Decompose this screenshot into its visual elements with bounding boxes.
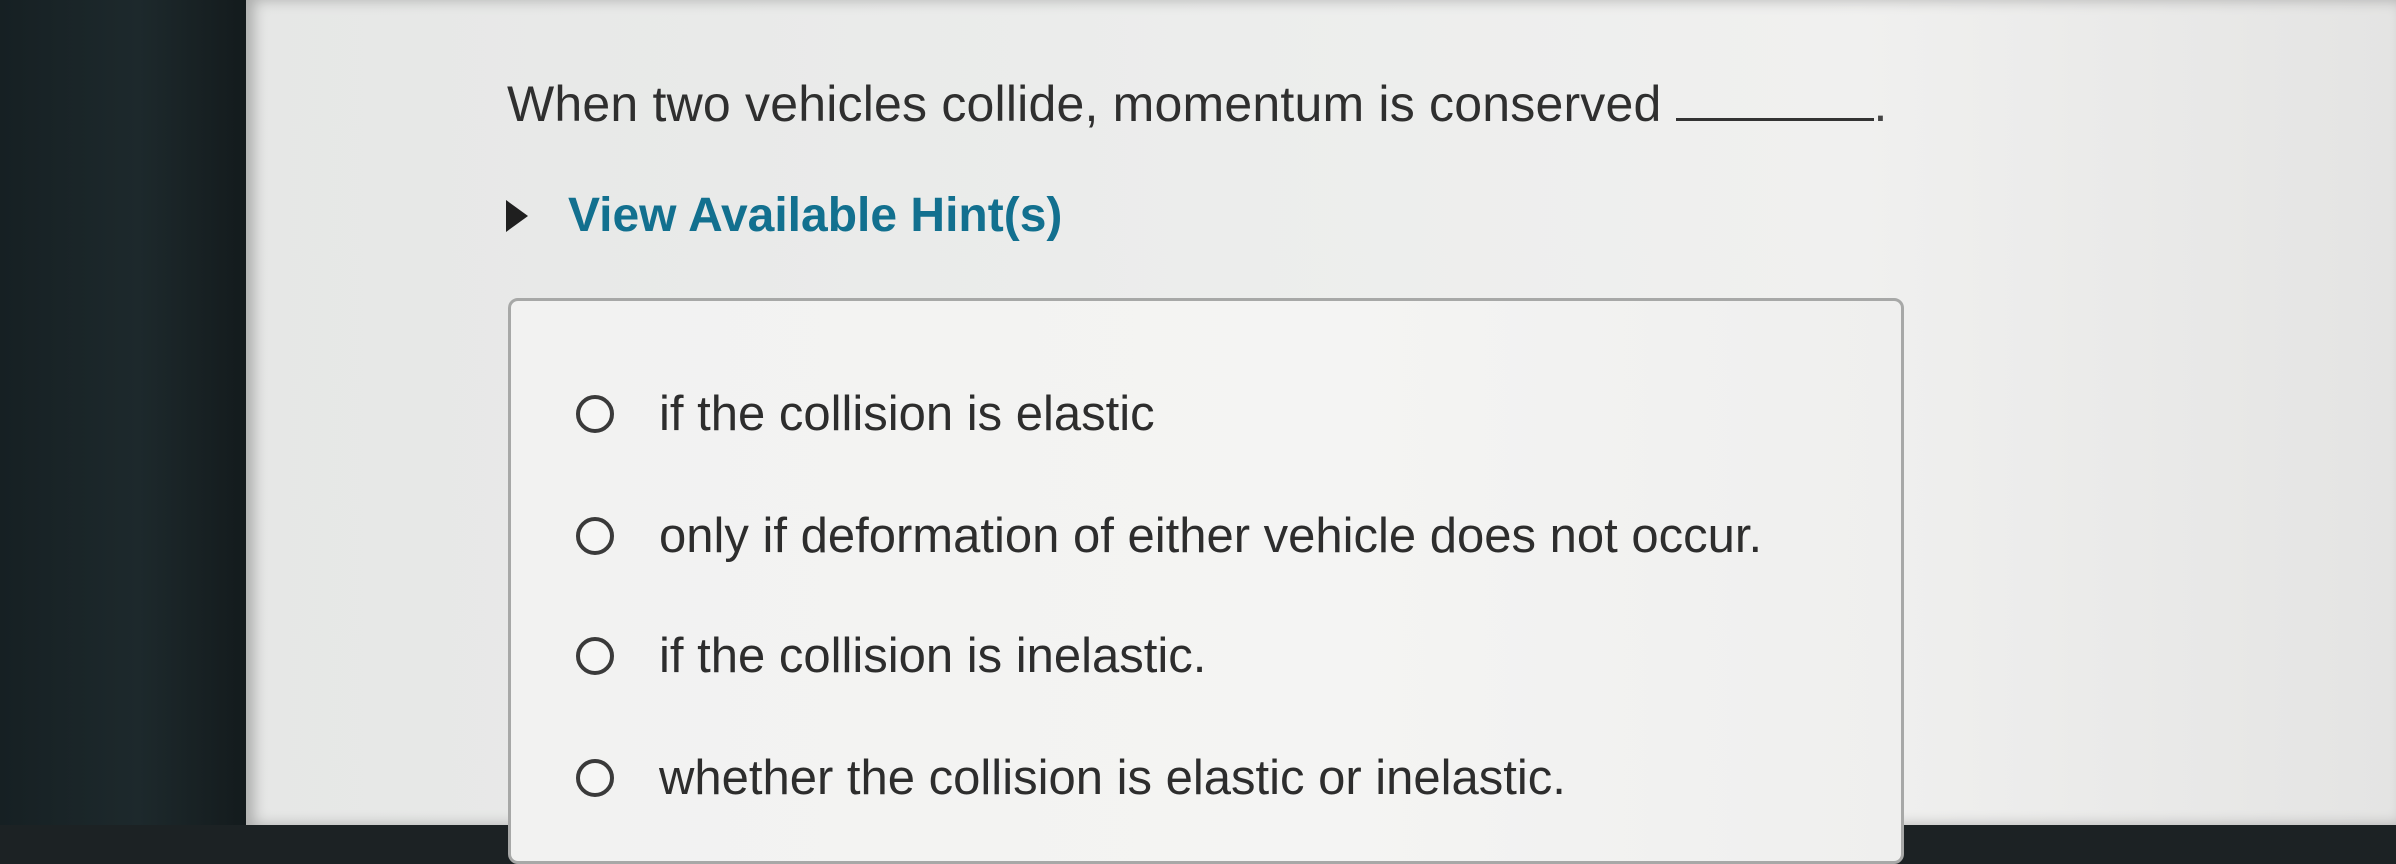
monitor-bezel bbox=[0, 0, 252, 825]
option-3[interactable]: if the collision is inelastic. bbox=[576, 628, 1206, 684]
answer-blank bbox=[1675, 74, 1874, 121]
radio-button-icon[interactable] bbox=[576, 395, 614, 433]
question-prompt: When two vehicles collide, momentum is c… bbox=[507, 74, 1888, 133]
option-1[interactable]: if the collision is elastic bbox=[576, 386, 1155, 442]
option-2[interactable]: only if deformation of either vehicle do… bbox=[576, 508, 1762, 564]
question-period: . bbox=[1873, 76, 1888, 132]
view-hints-label: View Available Hint(s) bbox=[568, 189, 1063, 242]
option-4[interactable]: whether the collision is elastic or inel… bbox=[576, 750, 1566, 806]
option-label: whether the collision is elastic or inel… bbox=[659, 751, 1566, 805]
caret-right-icon bbox=[506, 199, 528, 232]
question-text: When two vehicles collide, momentum is c… bbox=[507, 76, 1662, 132]
option-label: if the collision is elastic bbox=[659, 387, 1155, 441]
radio-button-icon[interactable] bbox=[576, 637, 614, 675]
answer-options-panel: if the collision is elastic only if defo… bbox=[508, 298, 1904, 864]
view-hints-toggle[interactable]: View Available Hint(s) bbox=[506, 188, 1062, 243]
option-label: if the collision is inelastic. bbox=[659, 629, 1207, 683]
radio-button-icon[interactable] bbox=[576, 517, 614, 555]
radio-button-icon[interactable] bbox=[576, 759, 614, 797]
option-label: only if deformation of either vehicle do… bbox=[659, 509, 1763, 563]
